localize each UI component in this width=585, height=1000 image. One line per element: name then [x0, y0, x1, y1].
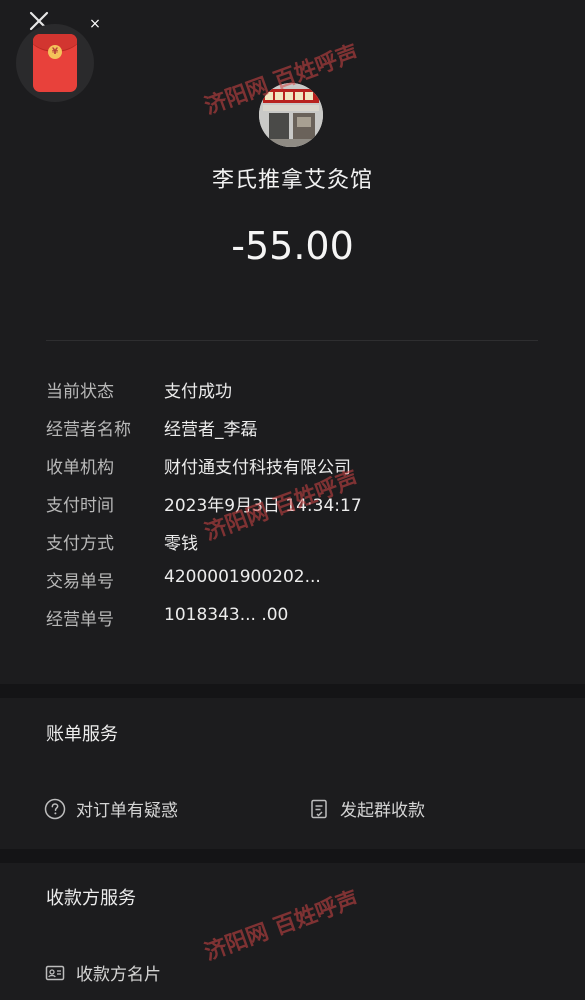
divider: [46, 340, 538, 341]
detail-label: 当前状态: [46, 382, 114, 402]
detail-row-acquirer: 收单机构 财付通支付科技有限公司: [46, 453, 546, 483]
watermark: 济阳网 百姓呼声: [201, 886, 362, 966]
detail-label: 支付方式: [46, 534, 114, 554]
id-card-icon: [44, 962, 66, 984]
detail-value: 零钱: [164, 534, 198, 554]
receipt-icon: [308, 798, 330, 820]
payee-service-title: 收款方服务: [46, 888, 136, 909]
group-collect-button[interactable]: 发起群收款: [308, 796, 425, 821]
detail-label: 经营单号: [46, 610, 114, 630]
detail-row-merchant-order-id: 经营单号 1018343... .00: [46, 605, 546, 635]
widget-close-button[interactable]: ×: [88, 17, 102, 31]
payment-amount: -55.00: [231, 224, 354, 268]
detail-row-status: 当前状态 支付成功: [46, 377, 546, 407]
detail-value: 支付成功: [164, 382, 232, 402]
section-separator: [0, 684, 585, 698]
section-separator: [0, 849, 585, 863]
question-circle-icon: [44, 798, 66, 820]
bill-service-title: 账单服务: [46, 724, 118, 745]
detail-row-method: 支付方式 零钱: [46, 529, 546, 559]
red-packet-icon: ¥: [33, 34, 77, 92]
detail-row-transaction-id: 交易单号 4200001900202...: [46, 567, 546, 597]
detail-label: 经营者名称: [46, 420, 131, 440]
detail-label: 支付时间: [46, 496, 114, 516]
merchant-name: 李氏推拿艾灸馆: [211, 168, 373, 193]
group-collect-label: 发起群收款: [340, 801, 425, 821]
detail-label: 收单机构: [46, 458, 114, 478]
payee-card-label: 收款方名片: [76, 965, 161, 985]
detail-row-operator: 经营者名称 经营者_李磊: [46, 415, 546, 445]
detail-value[interactable]: 4200001900202...: [164, 567, 321, 587]
order-question-button[interactable]: 对订单有疑惑: [44, 796, 178, 821]
detail-value[interactable]: 1018343... .00: [164, 605, 288, 625]
order-question-label: 对订单有疑惑: [76, 801, 178, 821]
detail-label: 交易单号: [46, 572, 114, 592]
red-packet-floating-widget[interactable]: ¥: [16, 24, 94, 102]
payment-detail-page: ¥ × 李氏推拿艾灸馆 -55.00 当前状态 支付成功 经营者名称 经营者_李…: [0, 0, 585, 1000]
payee-card-button[interactable]: 收款方名片: [44, 960, 161, 985]
detail-value: 经营者_李磊: [164, 420, 258, 440]
